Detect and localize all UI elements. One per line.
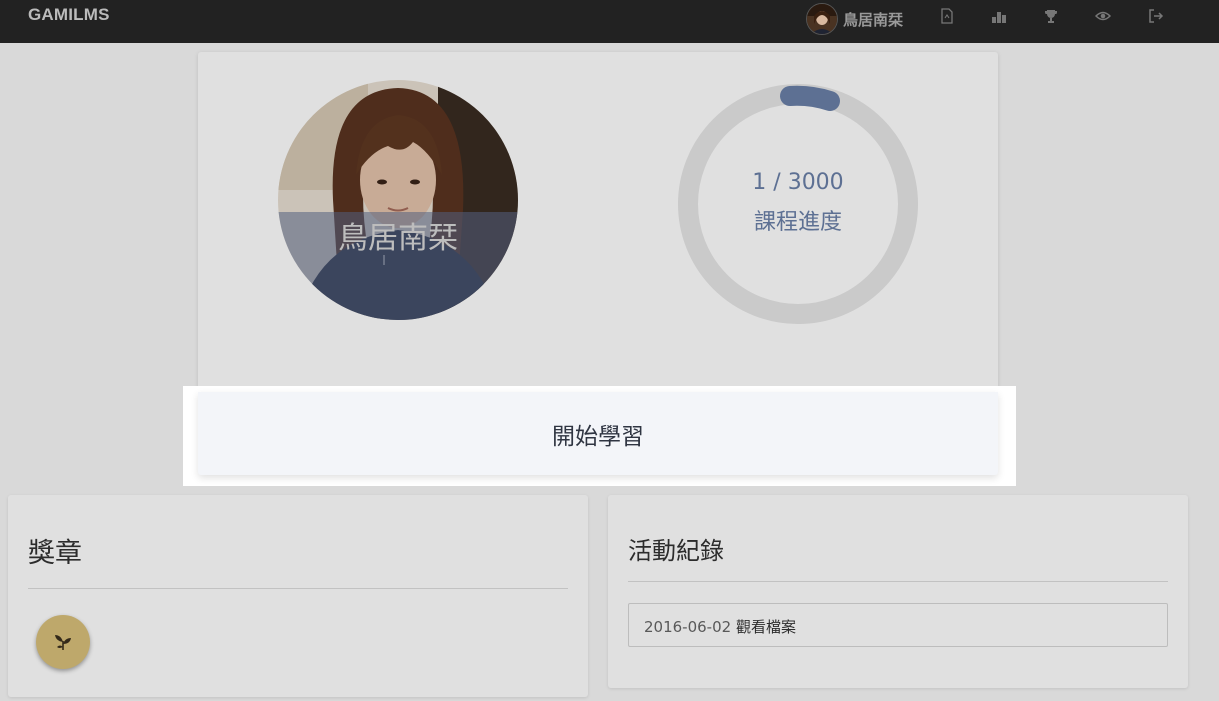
tour-overlay — [0, 43, 1219, 701]
start-learning-button[interactable]: 開始學習 — [198, 392, 998, 475]
nav-avatar[interactable] — [806, 3, 838, 35]
nav-username[interactable]: 鳥居南栞 — [843, 9, 903, 30]
leaderboard-icon[interactable] — [991, 8, 1007, 24]
logout-icon[interactable] — [1148, 8, 1164, 24]
eye-icon[interactable] — [1095, 8, 1111, 24]
brand-logo[interactable]: GAMILMS — [28, 5, 110, 25]
top-navbar: GAMILMS 鳥居南栞 — [0, 0, 1219, 43]
nav-user-profile[interactable]: 鳥居南栞 — [806, 3, 903, 35]
trophy-icon[interactable] — [1043, 8, 1059, 24]
document-icon[interactable] — [939, 8, 955, 24]
